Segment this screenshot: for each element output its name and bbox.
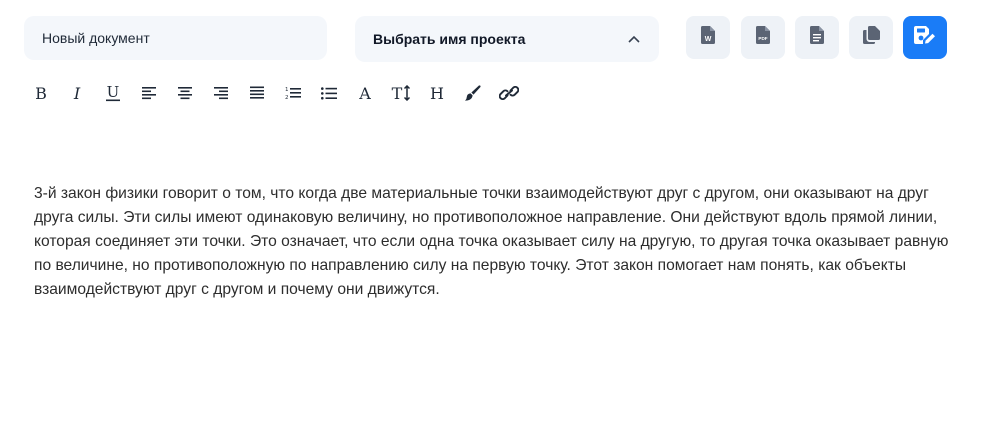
brush-button[interactable] <box>460 80 486 106</box>
document-editor[interactable]: 3-й закон физики говорит о том, что когд… <box>34 182 969 302</box>
project-select-label: Выбрать имя проекта <box>373 31 526 47</box>
svg-text:1: 1 <box>285 87 289 93</box>
font-color-button[interactable]: A <box>352 80 378 106</box>
svg-text:PDF: PDF <box>758 36 767 41</box>
copy-icon <box>862 26 880 49</box>
export-word-button[interactable]: W <box>686 16 730 59</box>
ordered-list-icon: 1 2 <box>285 86 301 100</box>
align-right-icon <box>214 86 228 100</box>
svg-text:A: A <box>358 85 371 101</box>
align-justify-icon <box>250 86 264 100</box>
font-size-button[interactable]: T <box>388 80 414 106</box>
brush-icon <box>465 85 481 101</box>
svg-text:U: U <box>107 84 120 101</box>
save-document-button[interactable] <box>903 16 947 59</box>
link-button[interactable] <box>496 80 522 106</box>
bold-icon: B <box>34 85 48 101</box>
italic-button[interactable]: I <box>64 80 90 106</box>
export-pdf-button[interactable]: PDF <box>741 16 785 59</box>
chevron-up-icon <box>627 32 641 46</box>
bullet-list-button[interactable] <box>316 80 342 106</box>
font-size-icon: T <box>391 85 411 101</box>
ordered-list-button[interactable]: 1 2 <box>280 80 306 106</box>
svg-text:T: T <box>392 85 403 101</box>
bullet-list-icon <box>321 86 337 100</box>
align-left-button[interactable] <box>136 80 162 106</box>
align-center-button[interactable] <box>172 80 198 106</box>
font-color-icon: A <box>357 85 373 101</box>
svg-text:I: I <box>73 85 81 101</box>
align-center-icon <box>178 86 192 100</box>
align-justify-button[interactable] <box>244 80 270 106</box>
save-edit-icon <box>914 26 936 49</box>
align-right-button[interactable] <box>208 80 234 106</box>
formatting-toolbar: B I U 1 2 A T H <box>28 80 532 106</box>
svg-text:2: 2 <box>285 95 289 100</box>
copy-button[interactable] <box>849 16 893 59</box>
heading-button[interactable]: H <box>424 80 450 106</box>
align-left-icon <box>142 86 156 100</box>
export-document-button[interactable] <box>795 16 839 59</box>
svg-text:H: H <box>430 85 444 101</box>
underline-button[interactable]: U <box>100 80 126 106</box>
document-name-input[interactable] <box>24 16 327 60</box>
italic-icon: I <box>70 85 84 101</box>
project-name-select[interactable]: Выбрать имя проекта <box>355 16 659 62</box>
heading-icon: H <box>429 85 445 101</box>
svg-text:B: B <box>35 85 47 101</box>
bold-button[interactable]: B <box>28 80 54 106</box>
underline-icon: U <box>105 84 121 102</box>
word-file-icon: W <box>701 26 715 49</box>
document-file-icon <box>810 26 824 49</box>
link-icon <box>499 86 519 100</box>
editor-paragraph: 3-й закон физики говорит о том, что когд… <box>34 185 949 298</box>
svg-text:W: W <box>705 36 712 43</box>
pdf-file-icon: PDF <box>756 26 770 49</box>
